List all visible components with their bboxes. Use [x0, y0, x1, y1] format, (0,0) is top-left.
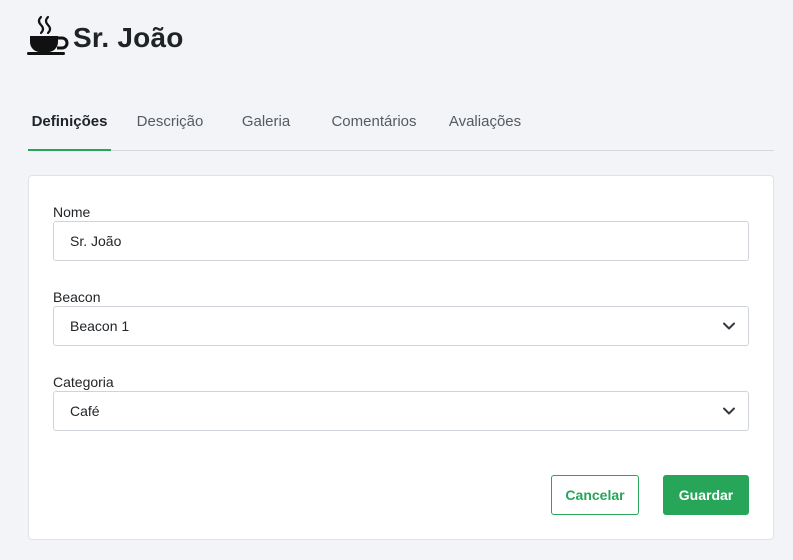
beacon-selected-value: Beacon 1 — [70, 318, 130, 334]
tab-comentarios[interactable]: Comentários — [326, 104, 422, 151]
nome-input[interactable]: Sr. João — [53, 221, 749, 261]
tab-descricao[interactable]: Descrição — [130, 104, 210, 151]
categoria-select[interactable]: Café — [53, 391, 749, 431]
tab-avaliacoes[interactable]: Avaliações — [444, 104, 526, 151]
page-title: Sr. João — [73, 22, 184, 53]
categoria-selected-value: Café — [70, 403, 100, 419]
tab-definicoes[interactable]: Definições — [28, 104, 111, 151]
beacon-select[interactable]: Beacon 1 — [53, 306, 749, 346]
settings-form-card: Nome Sr. João Beacon Beacon 1 Categoria … — [28, 175, 774, 540]
categoria-label: Categoria — [53, 374, 114, 390]
chevron-down-icon — [723, 322, 735, 330]
tab-galeria[interactable]: Galeria — [236, 104, 296, 151]
save-button[interactable]: Guardar — [663, 475, 749, 515]
chevron-down-icon — [723, 407, 735, 415]
nome-label: Nome — [53, 204, 91, 220]
page-header: Sr. João — [27, 14, 184, 56]
coffee-cup-icon — [27, 15, 69, 55]
tab-bar: Definições Descrição Galeria Comentários… — [28, 104, 774, 151]
beacon-label: Beacon — [53, 289, 101, 305]
cancel-button[interactable]: Cancelar — [551, 475, 639, 515]
